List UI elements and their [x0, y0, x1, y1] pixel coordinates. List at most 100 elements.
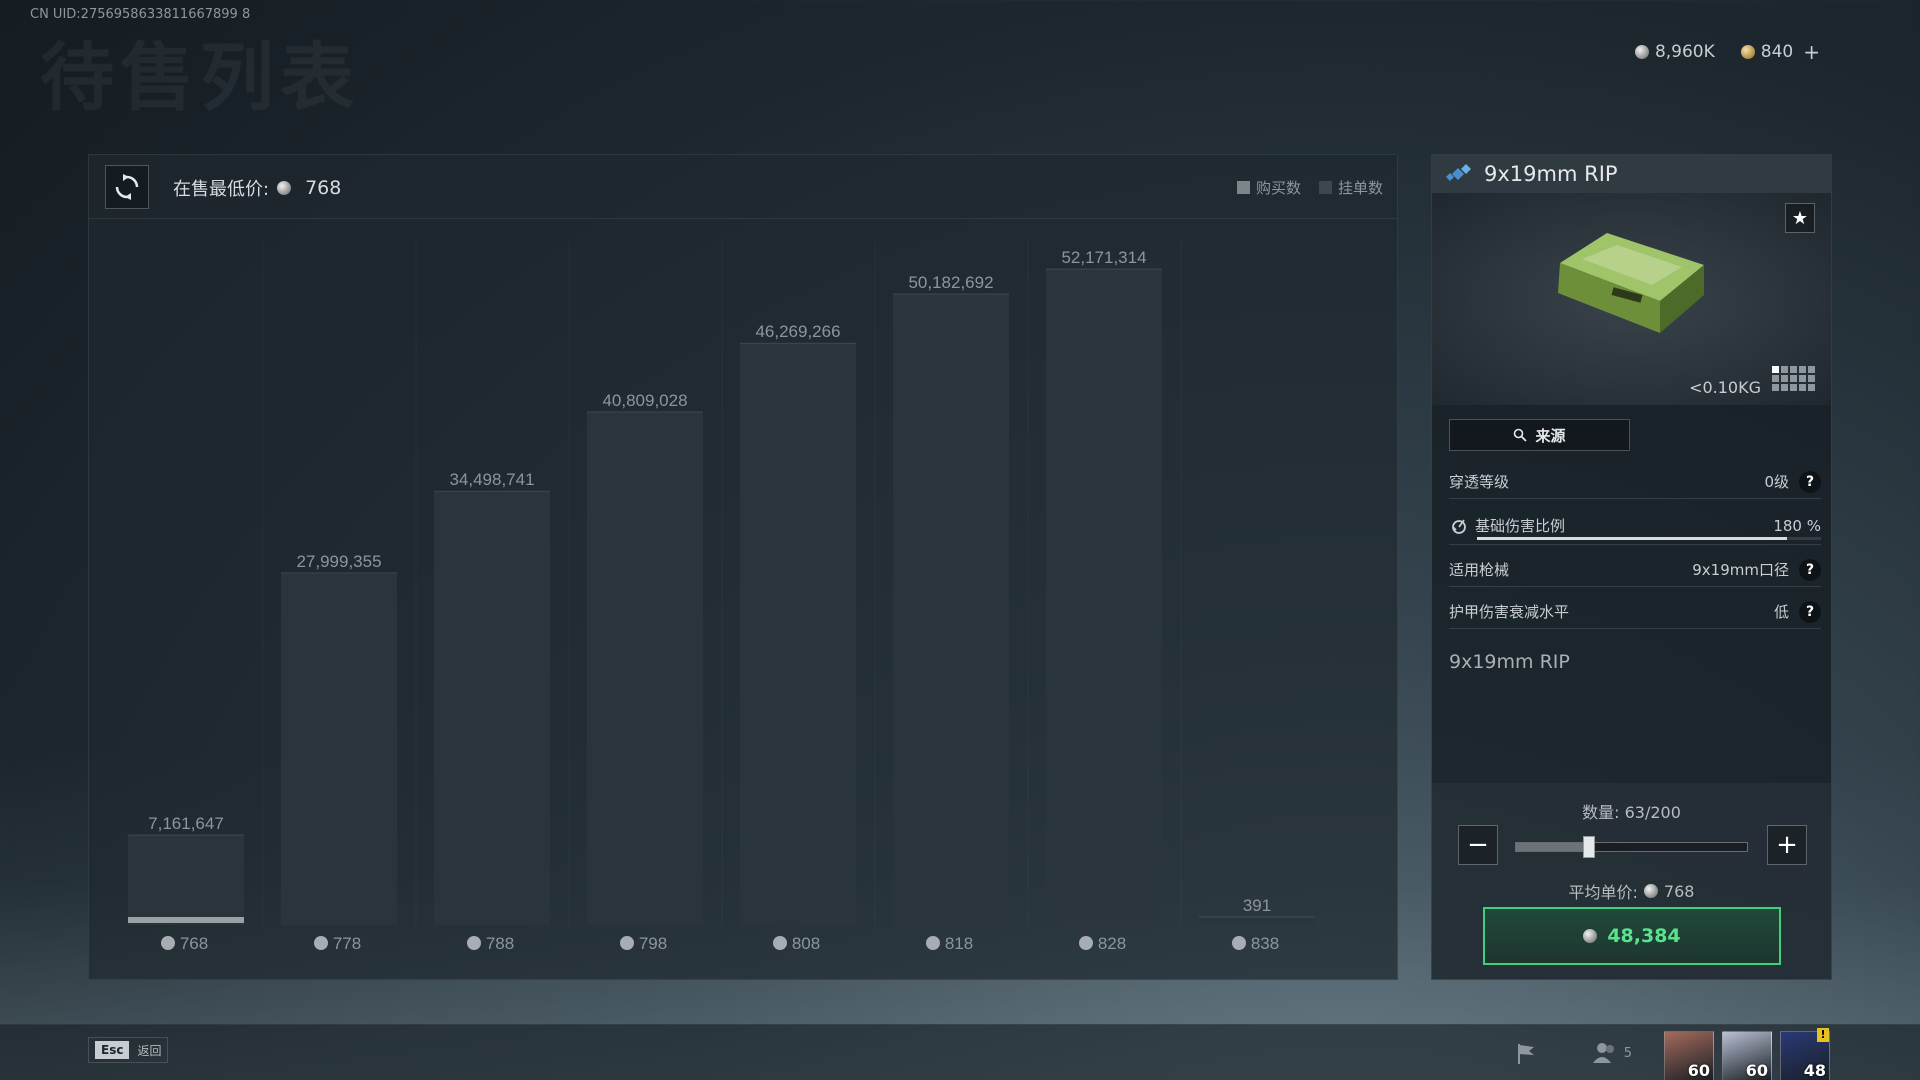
price-tick-label: 778 — [333, 934, 361, 953]
min-price: 在售最低价: 768 — [173, 175, 341, 201]
item-image: ★ <0.10KG — [1432, 193, 1831, 405]
legend-swatch-buy — [1236, 181, 1250, 194]
purchase-bar — [128, 917, 244, 923]
decrease-button[interactable]: − — [1458, 825, 1498, 865]
silver-coin-icon — [1232, 936, 1246, 950]
gold-amount: 840 — [1760, 42, 1794, 62]
price-chart-panel: 在售最低价: 768 购买数 挂单数 7,161,647 768 27,999,35… — [88, 154, 1398, 980]
increase-button[interactable]: + — [1767, 825, 1807, 865]
bar — [587, 411, 703, 926]
minus-icon: − — [1467, 830, 1489, 860]
slider-handle[interactable] — [1582, 836, 1595, 858]
price-tick-label: 818 — [945, 934, 973, 953]
quantity-slider[interactable] — [1515, 836, 1748, 858]
silver-coin-icon — [773, 936, 787, 950]
help-icon[interactable]: ? — [1799, 558, 1821, 581]
min-price-value: 768 — [305, 177, 342, 199]
source-label: 来源 — [1535, 426, 1566, 445]
help-icon[interactable]: ? — [1799, 470, 1821, 493]
search-icon — [1514, 428, 1528, 442]
attr-label: 穿透等级 — [1449, 473, 1510, 491]
star-icon: ★ — [1791, 207, 1809, 229]
chart-header: 在售最低价: 768 购买数 挂单数 — [89, 155, 1397, 219]
add-currency-icon[interactable]: + — [1803, 40, 1820, 64]
item-weight: <0.10KG — [1689, 378, 1761, 397]
bar-value-label: 52,171,314 — [1061, 248, 1146, 267]
bar — [893, 294, 1009, 925]
refresh-icon — [115, 174, 139, 200]
source-button[interactable]: 来源 — [1449, 419, 1630, 451]
bar-value-label: 34,498,741 — [449, 470, 534, 489]
slider-fill — [1516, 843, 1589, 851]
friends-count: 5 — [1623, 1045, 1632, 1061]
avatar-level: 48 — [1803, 1061, 1826, 1080]
currency-bar: 8,960K 840 + — [1634, 40, 1820, 64]
bar-chart: 7,161,647 768 27,999,355 778 34,498,741 788 40… — [128, 248, 1315, 953]
bottom-bar: Esc 返回 5 60 60 ! 48 — [0, 1024, 1920, 1080]
quantity-label: 数量: 63/200 — [1582, 803, 1681, 822]
inventory-size-icon — [1772, 366, 1815, 391]
silver-coin-icon — [467, 936, 481, 950]
silver-coin-icon — [1079, 936, 1093, 950]
silver-coin-icon — [926, 936, 940, 950]
item-name: 9x19mm RIP — [1484, 162, 1618, 186]
bar-value-label: 391 — [1243, 896, 1271, 915]
price-tick-label: 808 — [792, 934, 820, 953]
bar-value-label: 27,999,355 — [296, 552, 381, 571]
bar — [434, 491, 550, 925]
plus-icon: + — [1776, 830, 1798, 860]
back-label: 返回 — [137, 1043, 162, 1058]
avatar-level: 60 — [1745, 1061, 1768, 1080]
bar — [281, 572, 397, 925]
price-tick-label: 828 — [1098, 934, 1126, 953]
gold-balance[interactable]: 840 + — [1740, 40, 1820, 64]
attr-armor-damage: 护甲伤害衰减水平 低 ? — [1449, 595, 1821, 629]
attr-value: 9x19mm口径 — [1692, 561, 1789, 579]
silver-balance: 8,960K — [1634, 42, 1715, 62]
bar-value-label: 40,809,028 — [602, 391, 687, 410]
silver-coin-icon — [1583, 929, 1598, 943]
legend-label-buy: 购买数 — [1255, 179, 1301, 197]
buy-button[interactable]: 48,384 — [1483, 907, 1781, 965]
bar — [1046, 269, 1162, 925]
refresh-button[interactable] — [105, 165, 149, 209]
item-header: 9x19mm RIP — [1432, 155, 1831, 193]
friends-button[interactable]: 5 — [1592, 1041, 1632, 1065]
avatar[interactable]: ! 48 — [1780, 1028, 1830, 1080]
back-button[interactable]: Esc 返回 — [88, 1037, 169, 1063]
avatar[interactable]: 60 — [1722, 1031, 1772, 1080]
alert-badge: ! — [1817, 1028, 1829, 1042]
avatar[interactable]: 60 — [1664, 1031, 1714, 1080]
friends-icon — [1592, 1043, 1614, 1063]
avg-price-value: 768 — [1663, 881, 1695, 901]
ammo-diamond-icon — [1446, 164, 1471, 181]
attr-label: 适用枪械 — [1449, 561, 1510, 579]
legend-item-buy[interactable]: 购买数 — [1236, 177, 1301, 198]
esc-key: Esc — [95, 1041, 130, 1059]
page-title: 待售列表 — [40, 35, 360, 121]
damage-bar-fill — [1477, 537, 1787, 540]
favorite-button[interactable]: ★ — [1785, 203, 1815, 233]
attr-value: 180 % — [1773, 516, 1821, 535]
silver-coin-icon — [620, 936, 634, 950]
damage-bar — [1477, 537, 1821, 540]
avg-price-label: 平均单价: — [1568, 883, 1638, 902]
item-detail-panel: 9x19mm RIP ★ <0.10KG 来源 穿透等级 0级 ? 基础伤害比例… — [1431, 154, 1832, 980]
silver-coin-icon — [1643, 884, 1658, 898]
help-icon[interactable]: ? — [1799, 600, 1821, 623]
bar-value-label: 50,182,692 — [908, 273, 993, 292]
gold-coin-icon — [1740, 45, 1755, 59]
price-tick-label: 838 — [1251, 934, 1279, 953]
bar — [740, 343, 856, 925]
attr-base-damage: 基础伤害比例 180 % — [1449, 507, 1821, 545]
chart-legend: 购买数 挂单数 — [1236, 177, 1383, 198]
legend-item-listing[interactable]: 挂单数 — [1318, 177, 1383, 198]
flag-icon[interactable] — [1514, 1041, 1540, 1067]
silver-amount: 8,960K — [1654, 42, 1715, 62]
attr-value: 低 — [1773, 603, 1789, 621]
total-price: 48,384 — [1607, 925, 1681, 947]
silver-coin-icon — [314, 936, 328, 950]
legend-label-listing: 挂单数 — [1337, 179, 1383, 197]
price-tick-label: 798 — [639, 934, 667, 953]
attr-label: 护甲伤害衰减水平 — [1449, 603, 1570, 621]
